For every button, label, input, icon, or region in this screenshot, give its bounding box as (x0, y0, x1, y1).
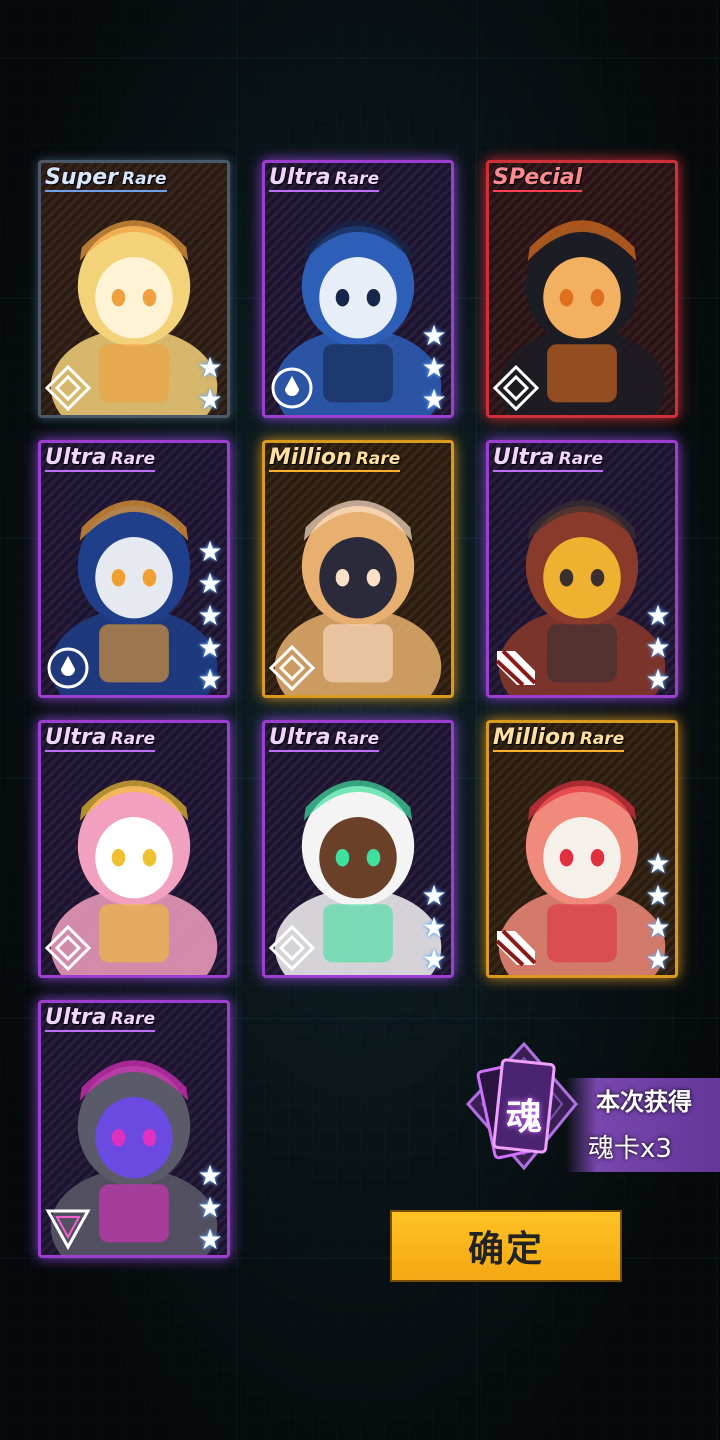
character-card[interactable]: Ultra Rare ★ ★ ★ (486, 440, 678, 698)
star-rating: ★ ★ (197, 349, 223, 416)
star-icon: ★ (645, 847, 671, 880)
character-card[interactable]: Ultra Rare ★ ★ ★ (38, 1000, 230, 1258)
rarity-main: Million (493, 725, 576, 750)
star-icon: ★ (421, 351, 447, 384)
soul-reward-title: 本次获得 (596, 1088, 692, 1116)
rarity-label: Ultra Rare (269, 725, 380, 752)
character-card[interactable]: Million Rare ★ ★ ★ ★ (486, 720, 678, 978)
star-icon: ★ (421, 911, 447, 944)
rarity-label: Million Rare (269, 445, 401, 472)
star-icon: ★ (421, 943, 447, 976)
star-icon: ★ (197, 631, 223, 664)
star-rating: ★ ★ ★ ★ (645, 845, 671, 976)
rarity-sub: Rare (558, 449, 604, 469)
diamond-emblem-icon (493, 365, 539, 411)
rarity-label: SPecial (493, 165, 583, 192)
star-icon: ★ (197, 383, 223, 416)
rarity-main: Ultra (45, 445, 107, 470)
star-icon: ★ (421, 879, 447, 912)
soul-icon-character: 魂 (506, 1097, 543, 1138)
star-icon: ★ (645, 879, 671, 912)
drop-circle-emblem-icon (47, 647, 89, 689)
rarity-main: Ultra (269, 725, 331, 750)
star-icon: ★ (197, 599, 223, 632)
rarity-sub: Rare (334, 729, 380, 749)
character-card[interactable]: Million Rare (262, 440, 454, 698)
star-icon: ★ (197, 1223, 223, 1256)
rarity-sub: Rare (334, 169, 380, 189)
character-card[interactable]: Ultra Rare ★ ★ ★ ★ ★ (38, 440, 230, 698)
triangle-emblem-icon (45, 1209, 91, 1251)
rarity-main: Ultra (45, 1005, 107, 1030)
rarity-label: Ultra Rare (45, 445, 156, 472)
star-icon: ★ (197, 351, 223, 384)
soul-card-reward: 魂 本次获得 魂卡x3 (458, 1040, 720, 1180)
rarity-sub: Rare (110, 449, 156, 469)
star-icon: ★ (197, 567, 223, 600)
star-icon: ★ (421, 319, 447, 352)
star-icon: ★ (197, 1191, 223, 1224)
star-rating: ★ ★ ★ ★ ★ (197, 533, 223, 696)
rarity-label: Ultra Rare (45, 725, 156, 752)
character-card[interactable]: SPecial (486, 160, 678, 418)
rarity-main: SPecial (493, 165, 583, 190)
star-rating: ★ ★ ★ (421, 317, 447, 416)
rarity-sub: Rare (579, 729, 625, 749)
rarity-label: Million Rare (493, 725, 625, 752)
diamond-emblem-icon (45, 925, 91, 971)
stripes-emblem-icon (495, 929, 537, 967)
character-card[interactable]: Ultra Rare (38, 720, 230, 978)
diamond-emblem-icon (269, 645, 315, 691)
star-rating: ★ ★ ★ (197, 1157, 223, 1256)
rarity-sub: Rare (110, 1009, 156, 1029)
rarity-main: Million (269, 445, 352, 470)
stripes-emblem-icon (495, 649, 537, 687)
confirm-button[interactable]: 确定 (390, 1210, 622, 1282)
rarity-label: Ultra Rare (493, 445, 604, 472)
star-icon: ★ (645, 599, 671, 632)
star-icon: ★ (197, 535, 223, 568)
rarity-sub: Rare (122, 169, 167, 189)
soul-reward-count: 魂卡x3 (588, 1134, 672, 1164)
star-icon: ★ (645, 663, 671, 696)
rarity-label: Super Rare (45, 165, 167, 192)
star-icon: ★ (645, 911, 671, 944)
star-rating: ★ ★ ★ (645, 597, 671, 696)
rarity-sub: Rare (355, 449, 401, 469)
character-card[interactable]: Ultra Rare ★ ★ ★ (262, 160, 454, 418)
character-card[interactable]: Super Rare ★ ★ (38, 160, 230, 418)
rarity-main: Ultra (493, 445, 555, 470)
star-icon: ★ (197, 1159, 223, 1192)
diamond-emblem-icon (269, 925, 315, 971)
rarity-main: Super (45, 165, 119, 190)
rarity-main: Ultra (45, 725, 107, 750)
star-icon: ★ (421, 383, 447, 416)
rarity-main: Ultra (269, 165, 331, 190)
rarity-label: Ultra Rare (269, 165, 380, 192)
diamond-emblem-icon (45, 365, 91, 411)
star-icon: ★ (645, 943, 671, 976)
drop-circle-emblem-icon (271, 367, 313, 409)
character-card[interactable]: Ultra Rare ★ ★ ★ (262, 720, 454, 978)
star-icon: ★ (645, 631, 671, 664)
star-rating: ★ ★ ★ (421, 877, 447, 976)
rarity-label: Ultra Rare (45, 1005, 156, 1032)
rarity-sub: Rare (110, 729, 156, 749)
star-icon: ★ (197, 663, 223, 696)
